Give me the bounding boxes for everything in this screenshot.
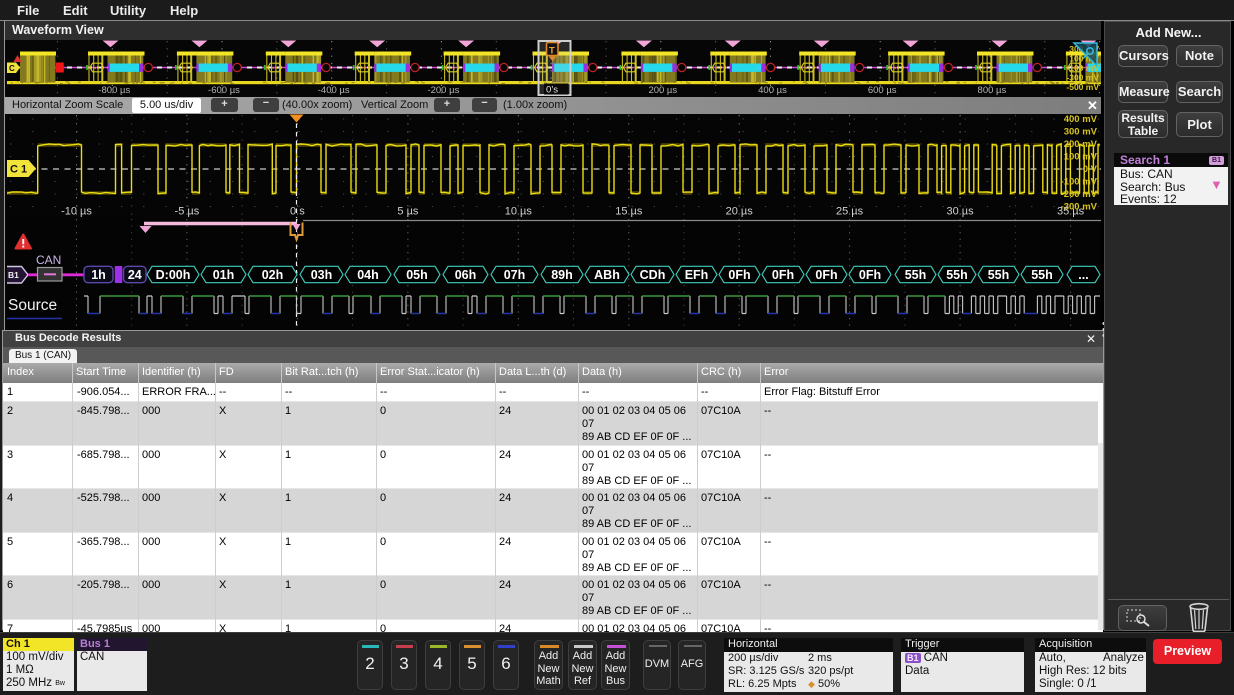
svg-text:55h: 55h	[1031, 268, 1053, 282]
svg-text:ABh: ABh	[594, 268, 620, 282]
svg-text:300 mV: 300 mV	[1064, 127, 1098, 138]
svg-text:-10 µs: -10 µs	[61, 206, 92, 218]
svg-text:0 V: 0 V	[1083, 164, 1098, 175]
svg-text:03h: 03h	[311, 268, 333, 282]
svg-text:5 µs: 5 µs	[397, 206, 419, 218]
svg-text:-5 µs: -5 µs	[175, 206, 200, 218]
svg-text:02h: 02h	[262, 268, 284, 282]
svg-text:0Fh: 0Fh	[772, 268, 794, 282]
svg-text:15 µs: 15 µs	[615, 206, 643, 218]
svg-text:C 1: C 1	[10, 164, 27, 176]
svg-text:0’s: 0’s	[546, 85, 558, 96]
svg-text:B1: B1	[8, 270, 19, 280]
svg-text:55h: 55h	[946, 268, 968, 282]
svg-text:400 mV: 400 mV	[1064, 114, 1098, 125]
svg-text:0Fh: 0Fh	[859, 268, 881, 282]
svg-text:CDh: CDh	[640, 268, 666, 282]
svg-text:-500 mV: -500 mV	[1066, 82, 1099, 92]
svg-text:10 µs: 10 µs	[505, 206, 533, 218]
svg-text:800 µs: 800 µs	[978, 85, 1007, 96]
svg-text:-800 µs: -800 µs	[98, 85, 130, 96]
svg-text:20 µs: 20 µs	[726, 206, 754, 218]
svg-text:-600 µs: -600 µs	[208, 85, 240, 96]
svg-text:D:00h: D:00h	[156, 268, 191, 282]
svg-text:200 µs: 200 µs	[648, 85, 677, 96]
svg-text:200 mV: 200 mV	[1064, 139, 1098, 150]
svg-text:-100 mV: -100 mV	[1066, 63, 1099, 73]
svg-text:1h: 1h	[91, 268, 106, 282]
svg-text:55h: 55h	[988, 268, 1010, 282]
svg-text:-200 mV: -200 mV	[1061, 189, 1098, 200]
svg-text:01h: 01h	[213, 268, 235, 282]
svg-text:25 µs: 25 µs	[836, 206, 864, 218]
svg-text:0Fh: 0Fh	[815, 268, 837, 282]
svg-text:0 s: 0 s	[290, 206, 305, 218]
svg-text:C: C	[9, 64, 15, 73]
svg-text:400 µs: 400 µs	[758, 85, 787, 96]
svg-text:30 µs: 30 µs	[947, 206, 975, 218]
svg-text:06h: 06h	[455, 268, 477, 282]
svg-text:100 mV: 100 mV	[1064, 152, 1098, 163]
svg-text:07h: 07h	[504, 268, 526, 282]
svg-text:CAN: CAN	[36, 253, 61, 267]
svg-text:24: 24	[128, 268, 142, 282]
svg-text:...: ...	[1078, 268, 1088, 282]
svg-text:04h: 04h	[357, 268, 379, 282]
svg-text:-100 mV: -100 mV	[1061, 177, 1098, 188]
svg-text:05h: 05h	[406, 268, 428, 282]
svg-text:Source: Source	[8, 297, 57, 314]
svg-text:55h: 55h	[905, 268, 927, 282]
svg-text:-400 µs: -400 µs	[318, 85, 350, 96]
svg-text:-300 mV: -300 mV	[1061, 202, 1098, 213]
svg-text:600 µs: 600 µs	[868, 85, 897, 96]
svg-text:T: T	[549, 46, 555, 57]
svg-text:-300 mV: -300 mV	[1066, 73, 1099, 83]
svg-text:0Fh: 0Fh	[728, 268, 750, 282]
svg-text:89h: 89h	[551, 268, 573, 282]
svg-text:-200 µs: -200 µs	[427, 85, 459, 96]
svg-text:EFh: EFh	[685, 268, 709, 282]
